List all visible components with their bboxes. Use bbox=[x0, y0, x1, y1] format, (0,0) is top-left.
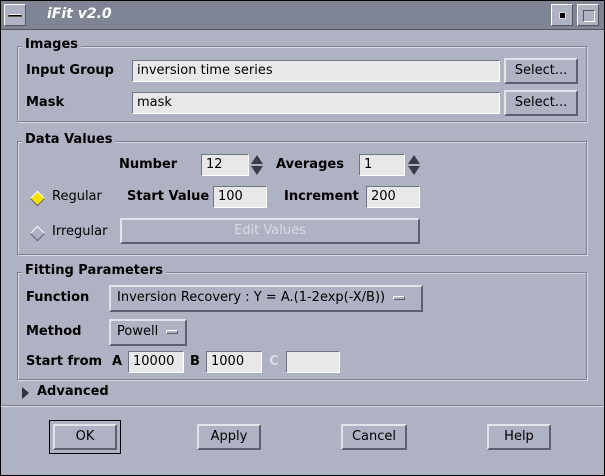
number-label: Number bbox=[119, 157, 178, 172]
apply-button[interactable]: Apply bbox=[197, 424, 261, 450]
averages-field[interactable]: 1 bbox=[359, 154, 405, 176]
window-menu-button[interactable] bbox=[4, 4, 26, 26]
b-label: B bbox=[190, 354, 200, 369]
edit-values-button[interactable]: Edit Values bbox=[120, 218, 420, 244]
number-spinner[interactable] bbox=[251, 154, 263, 176]
spin-up-icon[interactable] bbox=[408, 155, 420, 164]
mask-field[interactable]: mask bbox=[132, 92, 500, 114]
method-dropdown-value: Powell bbox=[117, 324, 159, 339]
option-menu-icon bbox=[393, 295, 406, 300]
advanced-toggle[interactable]: Advanced bbox=[37, 384, 109, 399]
cancel-button[interactable]: Cancel bbox=[341, 424, 407, 450]
input-group-select-button[interactable]: Select... bbox=[504, 58, 578, 84]
help-button[interactable]: Help bbox=[487, 424, 551, 450]
a-field[interactable]: 10000 bbox=[128, 351, 184, 373]
title-bar[interactable]: iFit v2.0 bbox=[1, 1, 604, 30]
option-menu-icon bbox=[166, 329, 179, 334]
minimize-icon bbox=[559, 12, 566, 19]
number-field[interactable]: 12 bbox=[201, 154, 249, 176]
maximize-icon bbox=[583, 10, 595, 22]
start-value-field[interactable]: 100 bbox=[213, 186, 267, 208]
function-label: Function bbox=[26, 290, 90, 305]
mask-label: Mask bbox=[26, 95, 65, 110]
c-field[interactable] bbox=[286, 351, 340, 373]
method-label: Method bbox=[26, 324, 82, 339]
c-label: C bbox=[269, 354, 279, 369]
function-dropdown[interactable]: Inversion Recovery : Y = A.(1-2exp(-X/B)… bbox=[109, 285, 423, 312]
input-group-label: Input Group bbox=[26, 63, 114, 78]
spin-down-icon[interactable] bbox=[408, 166, 420, 175]
increment-field[interactable]: 200 bbox=[366, 186, 420, 208]
minimize-button[interactable] bbox=[551, 4, 573, 26]
input-group-field[interactable]: inversion time series bbox=[132, 60, 500, 82]
advanced-expand-icon[interactable] bbox=[22, 387, 29, 399]
increment-label: Increment bbox=[284, 189, 359, 204]
start-from-label: Start from bbox=[26, 354, 103, 369]
start-value-label: Start Value bbox=[127, 189, 210, 204]
data-values-section-title: Data Values bbox=[22, 132, 116, 147]
ifit-window: iFit v2.0 Images Input Group inversion t… bbox=[0, 0, 605, 476]
images-section-title: Images bbox=[22, 37, 82, 52]
irregular-radio-label[interactable]: Irregular bbox=[52, 224, 107, 239]
window-title: iFit v2.0 bbox=[47, 6, 112, 22]
averages-spinner[interactable] bbox=[408, 154, 420, 176]
function-dropdown-value: Inversion Recovery : Y = A.(1-2exp(-X/B)… bbox=[117, 290, 386, 305]
fitting-section-title: Fitting Parameters bbox=[22, 263, 166, 278]
a-label: A bbox=[112, 354, 123, 369]
averages-label: Averages bbox=[276, 157, 344, 172]
regular-radio-label[interactable]: Regular bbox=[52, 189, 102, 204]
ok-button[interactable]: OK bbox=[53, 424, 117, 450]
mask-select-button[interactable]: Select... bbox=[504, 90, 578, 116]
b-field[interactable]: 1000 bbox=[206, 351, 262, 373]
window-menu-icon bbox=[8, 14, 22, 17]
separator bbox=[1, 405, 604, 407]
maximize-button[interactable] bbox=[577, 4, 599, 26]
spin-up-icon[interactable] bbox=[251, 155, 263, 164]
method-dropdown[interactable]: Powell bbox=[109, 319, 187, 346]
spin-down-icon[interactable] bbox=[251, 166, 263, 175]
